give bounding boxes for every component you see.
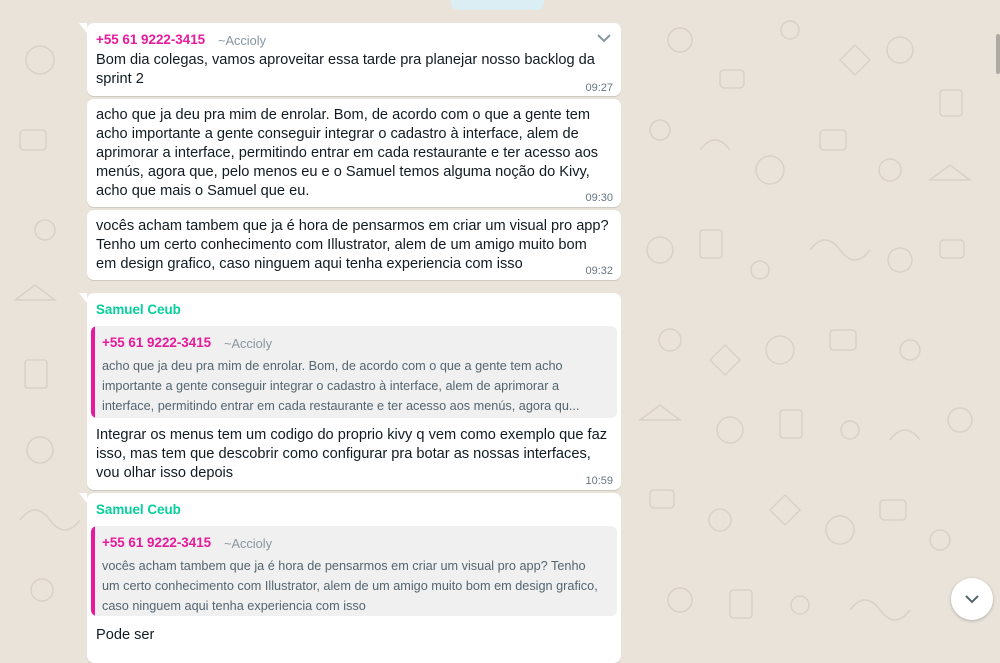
quoted-sender-alias: ~Accioly — [224, 336, 273, 351]
quoted-message[interactable]: +55 61 9222-3415 ~Accioly acho que ja de… — [91, 326, 617, 418]
quoted-message[interactable]: +55 61 9222-3415 ~Accioly vocês acham ta… — [91, 526, 617, 616]
message-text: acho que ja deu pra mim de enrolar. Bom,… — [96, 107, 599, 199]
message-bubble[interactable]: +55 61 9222-3415 ~Accioly Bom dia colega… — [79, 23, 621, 96]
chevron-down-icon[interactable] — [597, 31, 611, 45]
sender-alias: ~Accioly — [218, 33, 267, 48]
message-bubble[interactable]: vocês acham tambem que ja é hora de pens… — [87, 210, 621, 280]
quoted-text: vocês acham tambem que ja é hora de pens… — [102, 559, 598, 613]
message-bubble[interactable]: Samuel Ceub +55 61 9222-3415 ~Accioly ac… — [79, 293, 621, 490]
date-divider-pill — [451, 0, 544, 10]
quoted-sender-phone: +55 61 9222-3415 — [102, 535, 212, 550]
message-time: 09:30 — [585, 192, 613, 204]
message-bubble[interactable]: acho que ja deu pra mim de enrolar. Bom,… — [87, 99, 621, 207]
quoted-sender-alias: ~Accioly — [224, 536, 273, 551]
scroll-to-bottom-button[interactable] — [951, 578, 993, 620]
sender-name[interactable]: Samuel Ceub — [96, 502, 181, 517]
scrollbar-thumb[interactable] — [996, 34, 1000, 74]
quote-bar — [91, 326, 95, 418]
quoted-sender-phone: +55 61 9222-3415 — [102, 335, 212, 350]
bubble-tail — [79, 293, 87, 303]
message-text: vocês acham tambem que ja é hora de pens… — [96, 218, 609, 272]
bubble-tail — [79, 23, 87, 33]
bubble-tail — [79, 493, 87, 503]
message-time: 09:27 — [585, 82, 613, 94]
quoted-text: acho que ja deu pra mim de enrolar. Bom,… — [102, 359, 580, 413]
quote-bar — [91, 526, 95, 616]
sender-name[interactable]: Samuel Ceub — [96, 302, 181, 317]
message-time: 10:59 — [585, 475, 613, 487]
message-text: Bom dia colegas, vamos aproveitar essa t… — [96, 52, 595, 87]
message-text: Pode ser — [96, 627, 155, 643]
chevron-down-icon — [965, 595, 979, 604]
message-text: Integrar os menus tem um codigo do propr… — [96, 427, 608, 481]
sender-phone[interactable]: +55 61 9222-3415 — [96, 32, 205, 47]
message-time: 09:32 — [585, 265, 613, 277]
